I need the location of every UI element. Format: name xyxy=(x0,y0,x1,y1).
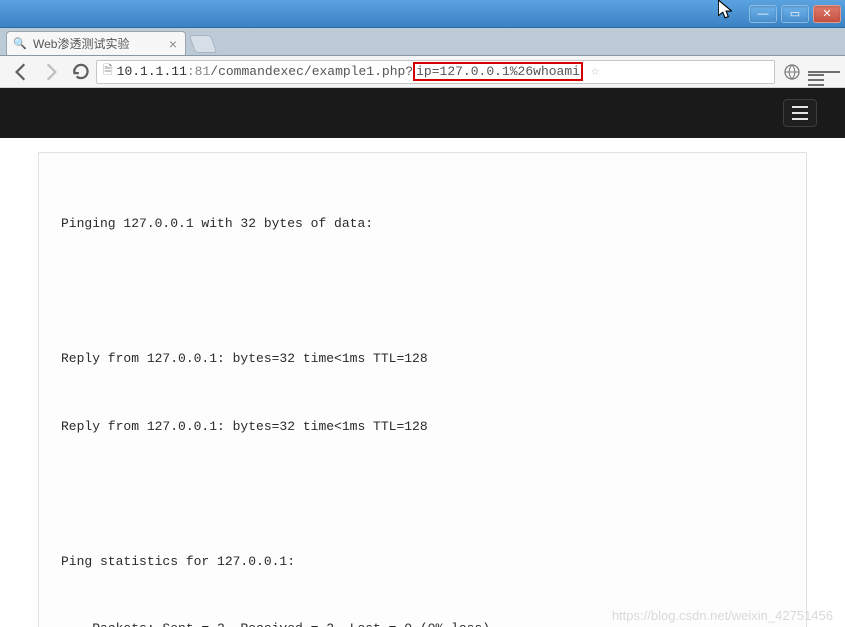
url-port: :81 xyxy=(187,64,210,79)
page-viewport[interactable]: Pinging 127.0.0.1 with 32 bytes of data:… xyxy=(0,88,845,627)
back-button[interactable] xyxy=(10,61,32,83)
browser-tabstrip: 🔍 Web渗透测试实验 × xyxy=(0,28,845,56)
tab-favicon-icon: 🔍 xyxy=(13,37,27,51)
tab-close-button[interactable]: × xyxy=(161,36,177,52)
window-maximize-button[interactable]: ▭ xyxy=(781,5,809,23)
browser-menu-button[interactable] xyxy=(813,61,835,83)
site-navbar xyxy=(0,88,845,138)
address-bar[interactable]: 🗎 10.1.1.11:81/commandexec/example1.php?… xyxy=(96,60,775,84)
forward-button[interactable] xyxy=(40,61,62,83)
new-tab-button[interactable] xyxy=(189,35,218,53)
url-path: /commandexec/example1.php? xyxy=(210,64,413,79)
url-host: 10.1.1.11 xyxy=(117,64,187,79)
window-close-button[interactable]: ✕ xyxy=(813,5,841,23)
bookmark-star-icon[interactable]: ☆ xyxy=(591,63,599,80)
hamburger-line-icon xyxy=(792,106,808,108)
browser-tab[interactable]: 🔍 Web渗透测试实验 × xyxy=(6,31,186,55)
url-query-highlight: ip=127.0.0.1%26whoami xyxy=(413,62,583,81)
window-titlebar: — ▭ ✕ xyxy=(0,0,845,28)
ping-output: Pinging 127.0.0.1 with 32 bytes of data:… xyxy=(61,216,498,627)
site-menu-button[interactable] xyxy=(783,99,817,127)
maximize-icon: ▭ xyxy=(790,7,800,20)
window-minimize-button[interactable]: — xyxy=(749,5,777,23)
page-icon: 🗎 xyxy=(103,61,113,82)
watermark-text: https://blog.csdn.net/weixin_42751456 xyxy=(612,608,833,623)
hamburger-line-icon xyxy=(792,118,808,120)
hamburger-line-icon xyxy=(792,112,808,114)
command-output-panel: Pinging 127.0.0.1 with 32 bytes of data:… xyxy=(38,152,807,627)
tab-title: Web渗透测试实验 xyxy=(33,35,129,52)
extension-globe-icon[interactable] xyxy=(783,63,801,81)
reload-button[interactable] xyxy=(70,61,92,83)
close-icon: ✕ xyxy=(822,7,831,20)
minimize-icon: — xyxy=(758,8,769,20)
browser-toolbar: 🗎 10.1.1.11:81/commandexec/example1.php?… xyxy=(0,56,845,88)
